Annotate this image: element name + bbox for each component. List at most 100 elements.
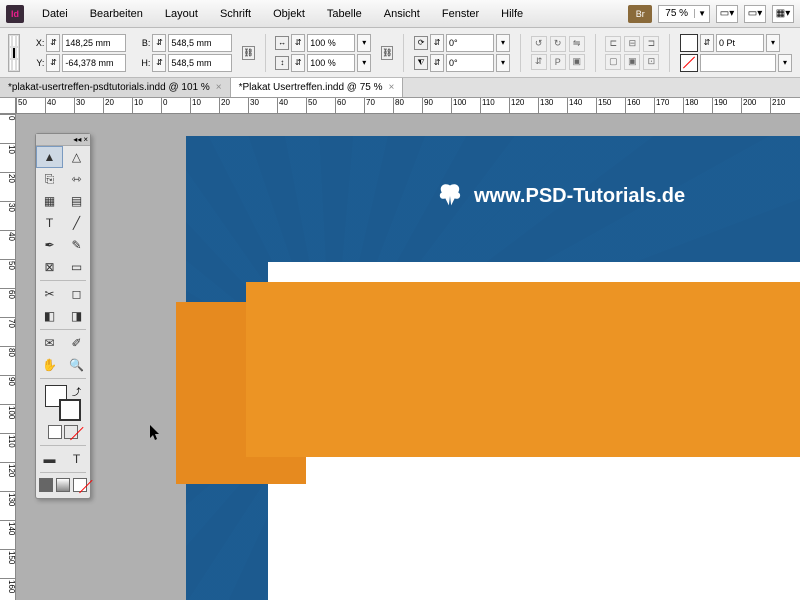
banner-text[interactable]: www.PSD-Tutorials.de bbox=[436, 182, 685, 210]
menu-ansicht[interactable]: Ansicht bbox=[374, 4, 430, 24]
w-stepper[interactable]: ⇵ bbox=[152, 34, 166, 52]
reference-point[interactable] bbox=[8, 34, 20, 72]
preview-mode[interactable] bbox=[56, 478, 70, 492]
menu-bearbeiten[interactable]: Bearbeiten bbox=[80, 4, 153, 24]
eyedropper-tool[interactable]: ✐ bbox=[63, 332, 90, 354]
fill-swatch[interactable] bbox=[680, 34, 698, 52]
ruler-origin[interactable] bbox=[0, 98, 16, 114]
format-container-icon[interactable] bbox=[64, 425, 78, 439]
menu-layout[interactable]: Layout bbox=[155, 4, 208, 24]
stroke-color[interactable] bbox=[59, 399, 81, 421]
fit-content-icon[interactable]: ▣ bbox=[624, 54, 640, 70]
x-input[interactable]: 148,25 mm bbox=[62, 34, 126, 52]
rectangle-tool[interactable]: ▭ bbox=[63, 256, 90, 278]
rotate-input[interactable]: 0° bbox=[446, 34, 494, 52]
sy-dd[interactable]: ▾ bbox=[357, 54, 371, 72]
doc-tab-2[interactable]: *Plakat Usertreffen.indd @ 75 %× bbox=[231, 78, 404, 97]
normal-view-mode[interactable] bbox=[39, 478, 53, 492]
horizontal-ruler[interactable]: 5040302010010203040506070809010011012013… bbox=[16, 98, 800, 114]
close-panel-icon[interactable]: × bbox=[83, 135, 88, 144]
align-right-icon[interactable]: ⊐ bbox=[643, 36, 659, 52]
screen-mode-icon[interactable]: ▭▾ bbox=[744, 5, 766, 23]
shear-dd[interactable]: ▾ bbox=[496, 54, 510, 72]
sx-stepper[interactable]: ⇵ bbox=[291, 34, 305, 52]
pencil-tool[interactable]: ✎ bbox=[63, 234, 90, 256]
sy-stepper[interactable]: ⇵ bbox=[291, 54, 305, 72]
rectangle-frame-tool[interactable]: ⊠ bbox=[36, 256, 63, 278]
flip-v-icon[interactable]: ⇵ bbox=[531, 54, 547, 70]
gradient-swatch-tool[interactable]: ◧ bbox=[36, 305, 63, 327]
menu-tabelle[interactable]: Tabelle bbox=[317, 4, 372, 24]
zoom-tool[interactable]: 🔍 bbox=[63, 354, 90, 376]
p-icon[interactable]: P bbox=[550, 54, 566, 70]
shear-input[interactable]: 0° bbox=[446, 54, 494, 72]
rot-stepper[interactable]: ⇵ bbox=[430, 34, 444, 52]
x-stepper[interactable]: ⇵ bbox=[46, 34, 60, 52]
menu-fenster[interactable]: Fenster bbox=[432, 4, 489, 24]
collapse-icon[interactable]: ◂◂ bbox=[73, 135, 81, 144]
stroke-style-input[interactable] bbox=[700, 54, 776, 72]
shear-stepper[interactable]: ⇵ bbox=[430, 54, 444, 72]
doc-tab-1[interactable]: *plakat-usertreffen-psdtutorials.indd @ … bbox=[0, 78, 231, 97]
apply-color-icon[interactable]: ▬ bbox=[36, 448, 63, 470]
note-tool[interactable]: ✉ bbox=[36, 332, 63, 354]
none-mode[interactable] bbox=[73, 478, 87, 492]
chevron-down-icon[interactable]: ▼ bbox=[694, 9, 709, 18]
selection-tool[interactable]: ▲ bbox=[36, 146, 63, 168]
stroke-stepper[interactable]: ⇵ bbox=[700, 34, 714, 52]
zoom-level[interactable]: 75 %▼ bbox=[658, 5, 710, 23]
direct-selection-tool[interactable]: △ bbox=[63, 146, 90, 168]
free-transform-tool[interactable]: ◻ bbox=[63, 283, 90, 305]
hand-tool[interactable]: ✋ bbox=[36, 354, 63, 376]
align-center-icon[interactable]: ⊟ bbox=[624, 36, 640, 52]
default-fill-stroke[interactable] bbox=[48, 425, 62, 439]
menu-hilfe[interactable]: Hilfe bbox=[491, 4, 533, 24]
fit-frame-icon[interactable]: ▢ bbox=[605, 54, 621, 70]
content-collector-tool[interactable]: ▦ bbox=[36, 190, 63, 212]
content-placer-tool[interactable]: ▤ bbox=[63, 190, 90, 212]
pen-tool[interactable]: ✒ bbox=[36, 234, 63, 256]
w-input[interactable]: 548,5 mm bbox=[168, 34, 232, 52]
constrain-scale-icon[interactable]: ⛓ bbox=[381, 46, 393, 60]
panel-header[interactable]: ◂◂× bbox=[36, 134, 90, 146]
stroke-style-dd[interactable]: ▾ bbox=[778, 54, 792, 72]
type-tool[interactable]: T bbox=[36, 212, 63, 234]
stroke-weight-input[interactable]: 0 Pt bbox=[716, 34, 764, 52]
canvas-area[interactable]: www.PSD-Tutorials.de bbox=[16, 114, 800, 600]
page-tool[interactable]: ⎘ bbox=[36, 168, 63, 190]
line-tool[interactable]: ╱ bbox=[63, 212, 90, 234]
h-input[interactable]: 548,5 mm bbox=[168, 54, 232, 72]
rotate-ccw-icon[interactable]: ↺ bbox=[531, 36, 547, 52]
close-tab-icon[interactable]: × bbox=[389, 82, 395, 93]
align-left-icon[interactable]: ⊏ bbox=[605, 36, 621, 52]
stroke-dd[interactable]: ▾ bbox=[766, 34, 780, 52]
apply-text-icon[interactable]: T bbox=[63, 448, 90, 470]
menu-schrift[interactable]: Schrift bbox=[210, 4, 261, 24]
select-content-icon[interactable]: ▣ bbox=[569, 54, 585, 70]
scissors-tool[interactable]: ✂ bbox=[36, 283, 63, 305]
rot-dd[interactable]: ▾ bbox=[496, 34, 510, 52]
view-mode-icon[interactable]: ▭▾ bbox=[716, 5, 738, 23]
rotate-cw-icon[interactable]: ↻ bbox=[550, 36, 566, 52]
center-content-icon[interactable]: ⊡ bbox=[643, 54, 659, 70]
flip-h-icon[interactable]: ⇋ bbox=[569, 36, 585, 52]
menu-objekt[interactable]: Objekt bbox=[263, 4, 315, 24]
scale-y-input[interactable]: 100 % bbox=[307, 54, 355, 72]
arrange-icon[interactable]: ▦▾ bbox=[772, 5, 794, 23]
close-tab-icon[interactable]: × bbox=[216, 82, 222, 93]
y-input[interactable]: -64,378 mm bbox=[62, 54, 126, 72]
y-stepper[interactable]: ⇵ bbox=[46, 54, 60, 72]
sx-dd[interactable]: ▾ bbox=[357, 34, 371, 52]
constrain-wh-icon[interactable]: ⛓ bbox=[242, 46, 254, 60]
scale-x-input[interactable]: 100 % bbox=[307, 34, 355, 52]
menu-datei[interactable]: Datei bbox=[32, 4, 78, 24]
swap-fill-stroke-icon[interactable]: ⤴ bbox=[72, 385, 81, 398]
stroke-swatch-none[interactable] bbox=[680, 54, 698, 72]
vertical-ruler[interactable]: 0102030405060708090100110120130140150160 bbox=[0, 114, 16, 600]
orange-block-main[interactable] bbox=[246, 282, 800, 457]
bridge-button[interactable]: Br bbox=[628, 5, 652, 23]
h-stepper[interactable]: ⇵ bbox=[152, 54, 166, 72]
gradient-feather-tool[interactable]: ◨ bbox=[63, 305, 90, 327]
fill-stroke-swatch[interactable]: ⤴ bbox=[45, 385, 81, 421]
gap-tool[interactable]: ⇿ bbox=[63, 168, 90, 190]
